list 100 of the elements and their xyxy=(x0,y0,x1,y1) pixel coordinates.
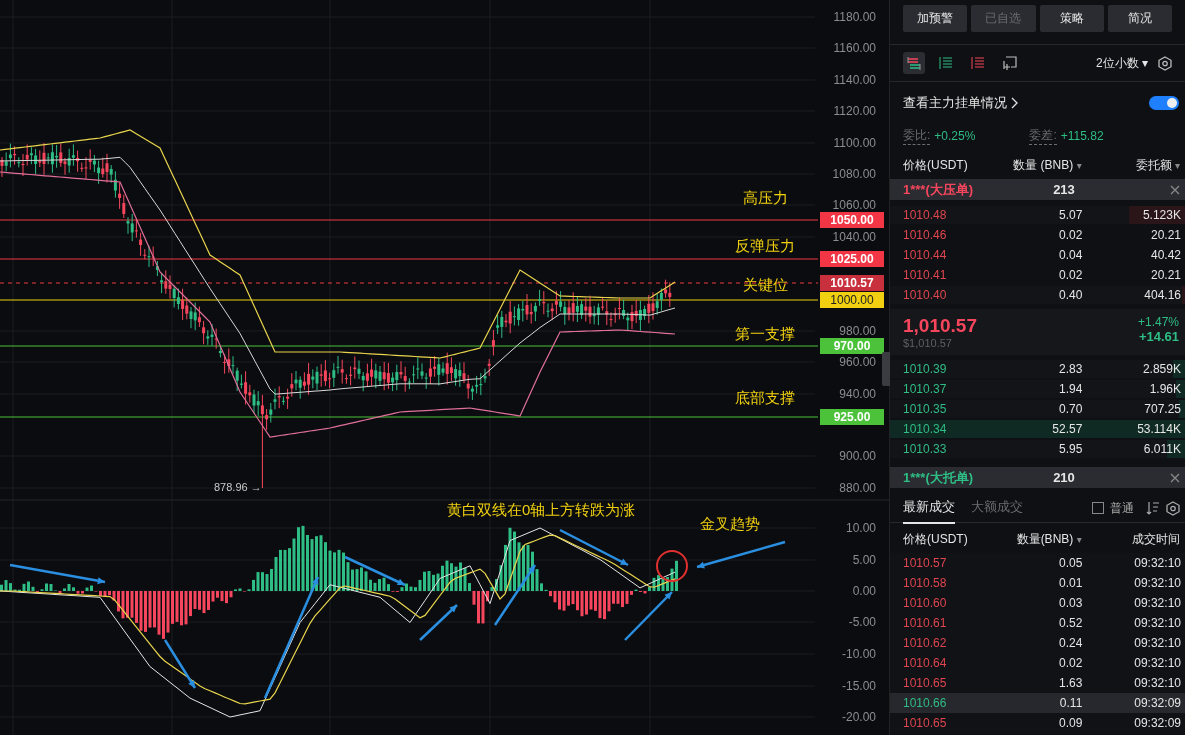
decimals-dropdown[interactable]: 2位小数 ▾ xyxy=(1095,54,1148,72)
ask-price: 1010.41 xyxy=(903,267,948,284)
level-label: 高压力 xyxy=(741,188,789,208)
ask-price: 1010.40 xyxy=(903,287,948,304)
bid-amount: 2.859K xyxy=(1141,361,1181,378)
chevron-right-icon xyxy=(1011,97,1018,109)
order-book-view-icon[interactable] xyxy=(903,52,925,74)
price-axis-label: 1180.00 xyxy=(832,9,876,25)
trade-time: 09:32:10 xyxy=(1133,555,1181,572)
action-button[interactable]: 加预警 xyxy=(903,5,968,32)
macd-axis-label: -20.00 xyxy=(840,709,876,725)
main-orders-toggle[interactable] xyxy=(1149,96,1179,110)
macd-axis-label: -10.00 xyxy=(840,646,876,662)
price-axis-label: 980.00 xyxy=(838,323,876,339)
trades-tab[interactable]: 大额成交 xyxy=(971,492,1023,524)
annotation-arrow xyxy=(624,591,673,641)
ratio-label: 委比: xyxy=(903,127,931,145)
ask-quantity: 0.04 xyxy=(1057,247,1084,264)
change-value: +14.61 xyxy=(1138,329,1179,344)
column-header: 价格(USDT) xyxy=(903,157,969,174)
macd-axis-label: -15.00 xyxy=(840,678,876,694)
trade-time: 09:32:10 xyxy=(1133,595,1181,612)
sort-icon[interactable] xyxy=(1146,501,1160,515)
ask-amount: 40.42 xyxy=(1149,247,1181,264)
level-label: 反弹压力 xyxy=(734,236,796,256)
settings-icon[interactable] xyxy=(1158,55,1172,71)
bid-price: 1010.34 xyxy=(903,421,948,438)
price-tag: 925.00 xyxy=(820,409,884,425)
bid-amount: 707.25 xyxy=(1143,401,1181,418)
close-icon[interactable] xyxy=(1170,472,1180,483)
change-percent: +1.47% xyxy=(1137,315,1179,329)
bid-quantity: 2.83 xyxy=(1057,361,1084,378)
trade-quantity: 0.01 xyxy=(1057,575,1084,592)
ask-amount: 404.16 xyxy=(1143,287,1181,304)
settings-icon[interactable] xyxy=(1166,500,1180,516)
diff-value: +115.82 xyxy=(1060,129,1104,143)
ask-quantity: 0.02 xyxy=(1057,267,1084,284)
level-label: 关键位 xyxy=(741,275,789,295)
column-header[interactable]: 数量 (BNB) ▾ xyxy=(995,157,1088,174)
trade-quantity: 0.11 xyxy=(1058,695,1084,712)
bid-price: 1010.35 xyxy=(903,401,948,418)
trade-quantity: 0.02 xyxy=(1057,655,1084,672)
ask-quantity: 5.07 xyxy=(1057,207,1084,224)
macd-axis-label: 5.00 xyxy=(851,552,876,568)
trade-price: 1010.60 xyxy=(903,595,948,612)
annotation-text: 金叉趋势 xyxy=(700,515,760,534)
bid-price: 1010.33 xyxy=(903,441,948,458)
large-ask-label: 1***(大压单) xyxy=(903,180,975,199)
price-axis-label: 940.00 xyxy=(838,386,876,402)
trade-time: 09:32:10 xyxy=(1133,615,1181,632)
price-axis-label: 900.00 xyxy=(838,448,876,464)
trade-price: 1010.65 xyxy=(903,675,948,692)
trade-price: 1010.57 xyxy=(903,555,948,572)
ask-price: 1010.46 xyxy=(903,227,948,244)
bid-quantity: 0.70 xyxy=(1057,401,1084,418)
column-header[interactable]: 数量(BNB) ▾ xyxy=(995,531,1088,548)
trade-quantity: 0.24 xyxy=(1057,635,1084,652)
trade-time: 09:32:10 xyxy=(1133,675,1181,692)
ask-amount: 20.21 xyxy=(1149,227,1181,244)
ask-price: 1010.48 xyxy=(903,207,948,224)
price-axis-label: 1140.00 xyxy=(832,72,876,88)
annotation-arrow xyxy=(419,604,458,641)
action-button[interactable]: 简况 xyxy=(1107,5,1172,32)
action-button[interactable]: 策略 xyxy=(1039,5,1104,32)
price-tag: 970.00 xyxy=(820,338,884,354)
close-icon[interactable] xyxy=(1170,184,1180,195)
large-bid-value: 210 xyxy=(1052,470,1076,485)
price-tag: 1000.00 xyxy=(820,292,884,308)
last-price-usd: $1,010.57 xyxy=(903,337,953,349)
price-axis-label: 960.00 xyxy=(838,354,876,370)
macd-axis-label: 10.00 xyxy=(844,520,876,536)
annotation-arrow xyxy=(559,528,629,567)
price-axis-label: 1060.00 xyxy=(831,197,876,213)
large-bid-label: 1***(大托单) xyxy=(903,468,975,487)
level-label: 底部支撑 xyxy=(734,388,796,408)
trade-price: 1010.62 xyxy=(903,635,948,652)
price-axis-label: 880.00 xyxy=(838,480,876,496)
column-header: 价格(USDT) xyxy=(903,531,969,548)
normal-checkbox[interactable] xyxy=(1092,502,1104,514)
column-header[interactable]: 委托额 ▾ xyxy=(1087,157,1180,174)
trade-time: 09:32:10 xyxy=(1133,575,1181,592)
annotation-arrow xyxy=(493,564,537,626)
annotation-text: 黄白双线在0轴上方转跌为涨 xyxy=(447,501,636,520)
trade-price: 1010.58 xyxy=(903,575,948,592)
trades-tab[interactable]: 最新成交 xyxy=(903,492,955,524)
main-orders-link[interactable]: 查看主力挂单情况 xyxy=(903,94,1007,112)
bid-price: 1010.37 xyxy=(903,381,948,398)
panel-collapse-handle[interactable] xyxy=(882,352,890,386)
trade-quantity: 0.03 xyxy=(1057,595,1084,612)
trade-quantity: 0.52 xyxy=(1057,615,1084,632)
trade-price: 1010.64 xyxy=(903,655,948,672)
macd-axis-label: -5.00 xyxy=(847,614,876,630)
bid-amount: 53.114K xyxy=(1136,421,1181,438)
price-axis-label: 1100.00 xyxy=(832,135,876,151)
low-price-label: 878.96 → xyxy=(214,481,262,493)
ask-amount: 20.21 xyxy=(1149,267,1181,284)
annotation-arrow xyxy=(163,639,197,689)
last-price: 1,010.57 xyxy=(903,315,977,337)
trade-time: 09:32:09 xyxy=(1133,695,1181,712)
current-price-tag: 1010.57 xyxy=(820,275,884,291)
